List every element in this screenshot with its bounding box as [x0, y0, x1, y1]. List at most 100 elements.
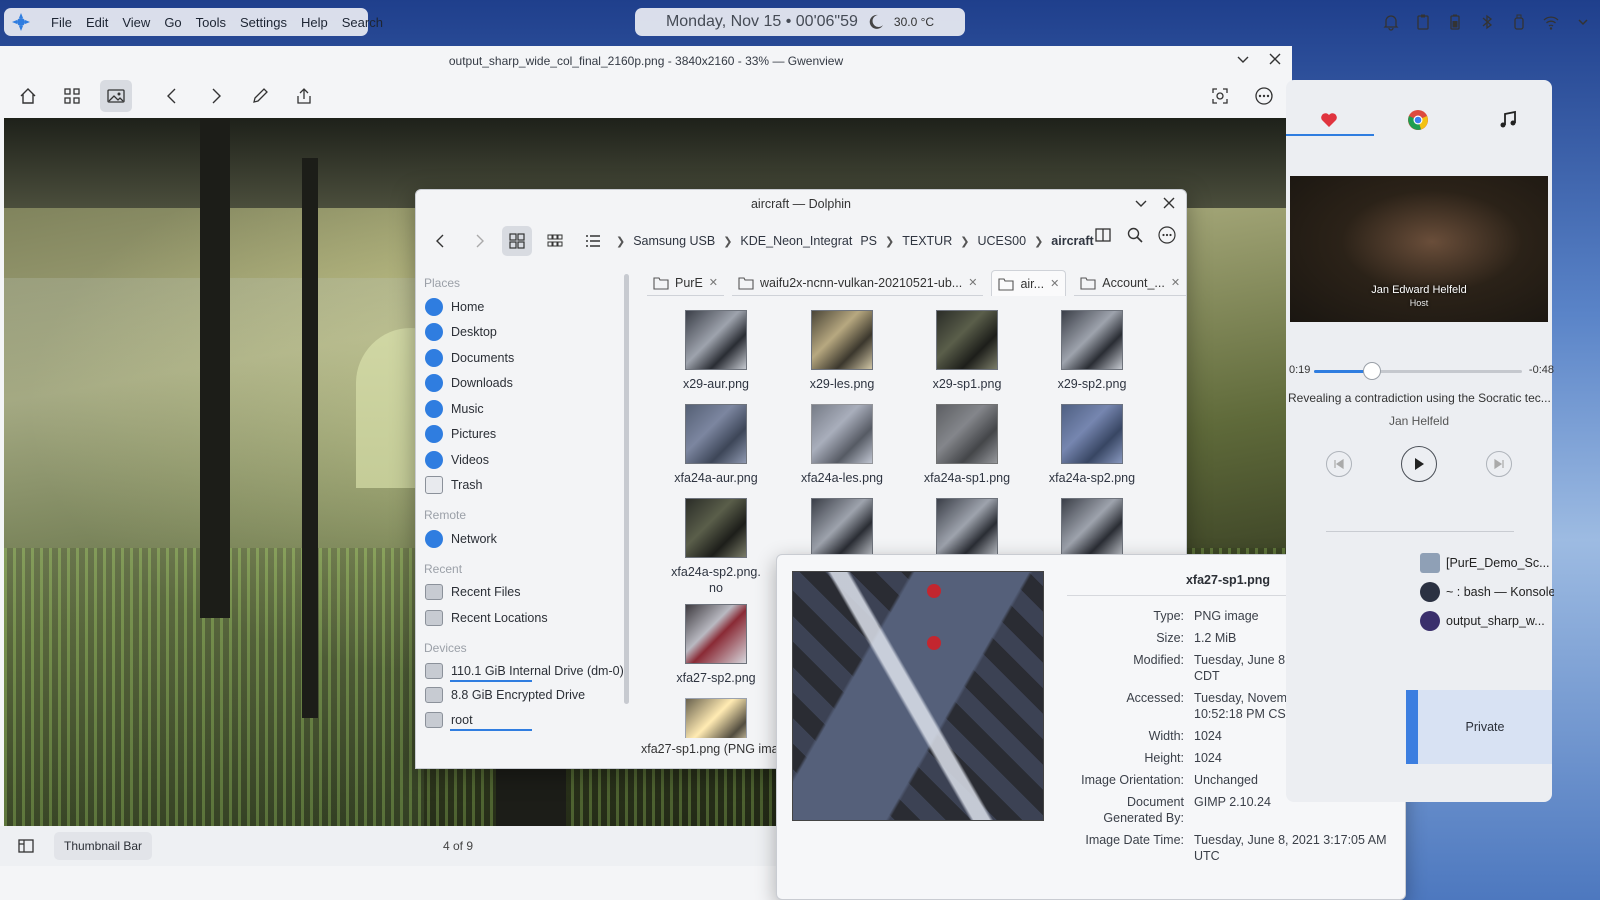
places-item-trash[interactable]: Trash — [416, 473, 634, 499]
skip-previous-icon[interactable] — [1326, 451, 1352, 477]
dolphin-statusbar-text: xfa27-sp1.png (PNG imag — [641, 742, 786, 756]
menu-search[interactable]: Search — [335, 15, 390, 30]
dolphin-titlebar[interactable]: aircraft — Dolphin — [416, 190, 1186, 218]
kde-logo-icon[interactable] — [10, 11, 32, 33]
menu-help[interactable]: Help — [294, 15, 335, 30]
tab-close-icon[interactable]: ✕ — [1050, 277, 1059, 290]
file-item[interactable]: xfa24a-les.png — [787, 404, 897, 486]
chrome-icon[interactable] — [1407, 109, 1429, 131]
previous-arrow-icon[interactable] — [156, 80, 188, 112]
battery-icon[interactable] — [1446, 13, 1464, 31]
hidden-icons-icon[interactable] — [1574, 13, 1592, 31]
task-item[interactable]: ~ : bash — Konsole — [1406, 577, 1554, 606]
browse-grid-icon[interactable] — [56, 80, 88, 112]
file-item[interactable] — [661, 698, 771, 738]
split-view-icon[interactable] — [1094, 226, 1112, 244]
search-icon[interactable] — [1126, 226, 1144, 244]
tab-close-icon[interactable]: ✕ — [709, 276, 718, 289]
file-name: xfa24a-sp1.png — [923, 471, 1011, 485]
file-item[interactable]: x29-aur.png — [661, 310, 771, 392]
sidebar-toggle-icon[interactable] — [10, 830, 42, 862]
forward-arrow-icon[interactable] — [464, 226, 494, 256]
home-icon[interactable] — [12, 80, 44, 112]
more-options-icon[interactable] — [1248, 80, 1280, 112]
tab-close-icon[interactable]: ✕ — [968, 276, 977, 289]
places-scrollbar[interactable] — [624, 274, 629, 704]
tab-close-icon[interactable]: ✕ — [1171, 276, 1180, 289]
places-item-pictures[interactable]: Pictures — [416, 422, 634, 448]
breadcrumb-item[interactable]: KDE_Neon_Integrat — [740, 234, 852, 248]
clipboard-icon[interactable] — [1414, 13, 1432, 31]
places-item-music[interactable]: Music — [416, 396, 634, 422]
file-item[interactable]: x29-sp1.png — [912, 310, 1022, 392]
menu-settings[interactable]: Settings — [233, 15, 294, 30]
hamburger-menu-icon[interactable] — [1158, 226, 1176, 244]
share-icon[interactable] — [288, 80, 320, 112]
file-item[interactable]: xfa24a-sp2.png. no — [661, 498, 771, 596]
task-item[interactable]: output_sharp_w... — [1406, 606, 1554, 635]
task-item[interactable]: [PurE_Demo_Sc... — [1406, 548, 1554, 577]
gwenview-titlebar[interactable]: output_sharp_wide_col_final_2160p.png - … — [0, 46, 1292, 76]
usb-icon[interactable] — [1510, 13, 1528, 31]
file-item[interactable]: x29-les.png — [787, 310, 897, 392]
file-item[interactable]: xfa24a-sp1.png — [912, 404, 1022, 486]
thumbnail-bar-button[interactable]: Thumbnail Bar — [54, 832, 153, 860]
file-item[interactable]: xfa24a-sp2.png — [1037, 404, 1147, 486]
play-icon[interactable] — [1401, 446, 1437, 482]
menu-file[interactable]: File — [44, 15, 79, 30]
desktop-folder-icon — [425, 323, 443, 342]
places-item-network[interactable]: Network — [416, 526, 634, 552]
fullscreen-icon[interactable] — [1204, 80, 1236, 112]
places-item-recent-files[interactable]: Recent Files — [416, 580, 634, 606]
view-image-icon[interactable] — [100, 80, 132, 112]
breadcrumb-item[interactable]: TEXTUR — [902, 234, 952, 248]
breadcrumb: ❯ Samsung USB ❯ KDE_Neon_Integrat PS ❯ T… — [616, 234, 1094, 248]
icons-view-icon[interactable] — [502, 226, 532, 256]
minimize-icon[interactable] — [1236, 52, 1250, 66]
heart-icon[interactable] — [1320, 112, 1338, 128]
bluetooth-icon[interactable] — [1478, 13, 1496, 31]
video-thumbnail[interactable]: Jan Edward Helfeld Host — [1290, 176, 1548, 322]
file-item[interactable]: xfa24a-aur.png — [661, 404, 771, 486]
tab-aircraft[interactable]: air... ✕ — [991, 270, 1067, 296]
details-view-icon[interactable] — [578, 226, 608, 256]
tab-account[interactable]: Account_... ✕ — [1074, 270, 1186, 296]
file-thumbnail — [685, 404, 747, 464]
clock-widget[interactable]: Monday, Nov 15 • 00'06"59 30.0 °C — [635, 8, 965, 36]
notifications-icon[interactable] — [1382, 13, 1400, 31]
seek-slider[interactable]: 0:19 -0:48 — [1286, 362, 1554, 380]
compact-view-icon[interactable] — [540, 226, 570, 256]
places-item-home[interactable]: Home — [416, 294, 634, 320]
tab-pure[interactable]: PurE ✕ — [647, 270, 725, 296]
breadcrumb-current[interactable]: aircraft — [1051, 234, 1093, 248]
edit-pencil-icon[interactable] — [244, 80, 276, 112]
private-browsing-button[interactable]: Private — [1406, 690, 1552, 764]
trash-icon — [425, 476, 443, 495]
music-note-icon[interactable] — [1498, 110, 1518, 130]
menu-tools[interactable]: Tools — [189, 15, 233, 30]
breadcrumb-item[interactable]: Samsung USB — [633, 234, 715, 248]
minimize-icon[interactable] — [1134, 196, 1148, 210]
wifi-icon[interactable] — [1542, 13, 1560, 31]
menu-edit[interactable]: Edit — [79, 15, 115, 30]
menu-view[interactable]: View — [115, 15, 157, 30]
file-item[interactable]: xfa27-sp2.png — [661, 604, 771, 686]
places-item-videos[interactable]: Videos — [416, 447, 634, 473]
seek-handle[interactable] — [1363, 362, 1382, 380]
device-item-encrypted[interactable]: 8.8 GiB Encrypted Drive — [416, 682, 634, 708]
seek-track[interactable] — [1314, 362, 1522, 380]
skip-next-icon[interactable] — [1486, 451, 1512, 477]
places-item-desktop[interactable]: Desktop — [416, 320, 634, 346]
breadcrumb-item[interactable]: PS — [860, 234, 877, 248]
places-item-recent-locations[interactable]: Recent Locations — [416, 605, 634, 631]
file-item[interactable]: x29-sp2.png — [1037, 310, 1147, 392]
menu-go[interactable]: Go — [157, 15, 188, 30]
back-arrow-icon[interactable] — [426, 226, 456, 256]
breadcrumb-item[interactable]: UCES00 — [977, 234, 1026, 248]
close-icon[interactable] — [1162, 196, 1176, 210]
places-item-downloads[interactable]: Downloads — [416, 371, 634, 397]
close-icon[interactable] — [1268, 52, 1282, 66]
tab-waifu2x[interactable]: waifu2x-ncnn-vulkan-20210521-ub... ✕ — [732, 270, 984, 296]
places-item-documents[interactable]: Documents — [416, 345, 634, 371]
next-arrow-icon[interactable] — [200, 80, 232, 112]
